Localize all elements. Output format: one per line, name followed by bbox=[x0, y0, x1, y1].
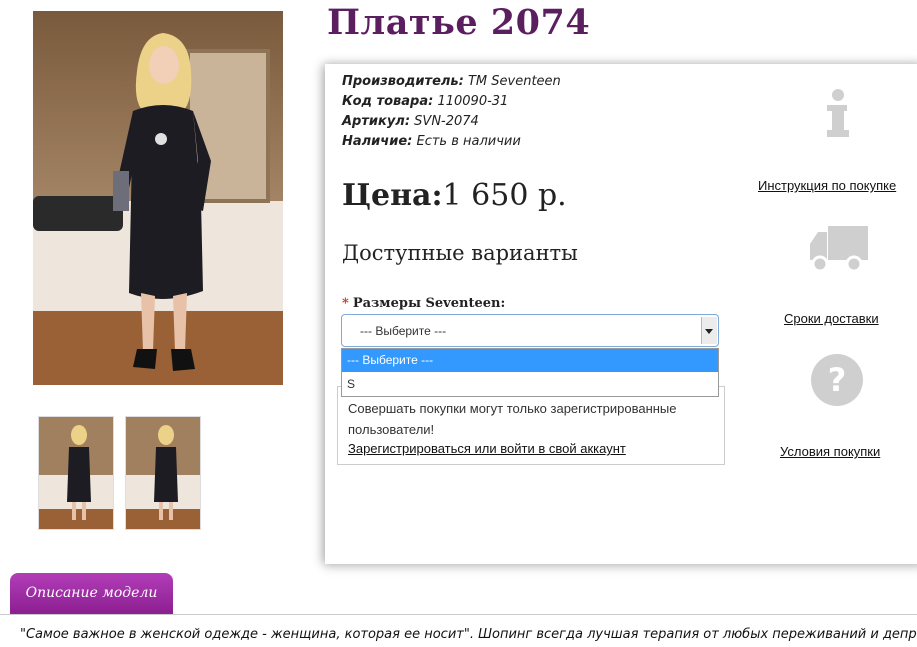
product-thumbnail[interactable] bbox=[125, 416, 201, 530]
product-main-image[interactable] bbox=[33, 11, 283, 385]
notice-message: Совершать покупки могут только зарегистр… bbox=[348, 401, 677, 437]
manufacturer-value: TM Seventeen bbox=[467, 74, 561, 89]
manufacturer-row: Производитель: TM Seventeen bbox=[342, 72, 561, 92]
purchase-instruction-link[interactable]: Инструкция по покупке bbox=[758, 178, 896, 193]
sku-value: SVN-2074 bbox=[414, 114, 479, 129]
availability-label: Наличие: bbox=[342, 134, 413, 149]
product-details: Производитель: TM Seventeen Код товара: … bbox=[342, 72, 561, 152]
size-option[interactable]: S bbox=[342, 373, 718, 396]
delivery-terms-link[interactable]: Сроки доставки bbox=[784, 311, 879, 326]
purchase-terms-link[interactable]: Условия покупки bbox=[780, 444, 880, 459]
manufacturer-label: Производитель: bbox=[342, 74, 464, 89]
question-icon[interactable]: ? bbox=[810, 353, 864, 407]
size-select[interactable]: --- Выберите --- bbox=[341, 314, 719, 347]
tab-description[interactable]: Описание модели bbox=[10, 573, 173, 615]
sku-row: Артикул: SVN-2074 bbox=[342, 112, 561, 132]
chevron-down-icon[interactable] bbox=[701, 317, 717, 344]
product-code-value: 110090-31 bbox=[437, 94, 509, 109]
product-code-row: Код товара: 110090-31 bbox=[342, 92, 561, 112]
tab-divider bbox=[0, 614, 917, 615]
price-label: Цена: bbox=[342, 178, 443, 213]
size-dropdown-list: --- Выберите --- S bbox=[341, 348, 719, 397]
size-select-value: --- Выберите --- bbox=[360, 324, 447, 338]
product-title: Платье 2074 bbox=[327, 2, 591, 43]
size-option[interactable]: --- Выберите --- bbox=[342, 349, 718, 372]
price: Цена:1 650 р. bbox=[342, 178, 567, 213]
sku-label: Артикул: bbox=[342, 114, 411, 129]
size-option-label: * Размеры Seventeen: bbox=[342, 296, 505, 311]
registration-notice: Совершать покупки могут только зарегистр… bbox=[337, 386, 725, 465]
svg-text:?: ? bbox=[828, 361, 847, 399]
variants-heading: Доступные варианты bbox=[342, 241, 578, 265]
size-label-text: Размеры Seventeen: bbox=[352, 296, 506, 311]
info-icon[interactable] bbox=[825, 88, 851, 138]
required-mark: * bbox=[342, 296, 349, 311]
product-code-label: Код товара: bbox=[342, 94, 434, 109]
product-thumbnail[interactable] bbox=[38, 416, 114, 530]
availability-value: Есть в наличии bbox=[416, 134, 521, 149]
availability-row: Наличие: Есть в наличии bbox=[342, 132, 561, 152]
price-value: 1 650 р. bbox=[442, 178, 567, 213]
truck-icon[interactable] bbox=[808, 224, 870, 274]
register-login-link[interactable]: Зарегистрироваться или войти в свой акка… bbox=[348, 441, 626, 456]
description-text: "Самое важное в женской одежде - женщина… bbox=[20, 627, 917, 642]
